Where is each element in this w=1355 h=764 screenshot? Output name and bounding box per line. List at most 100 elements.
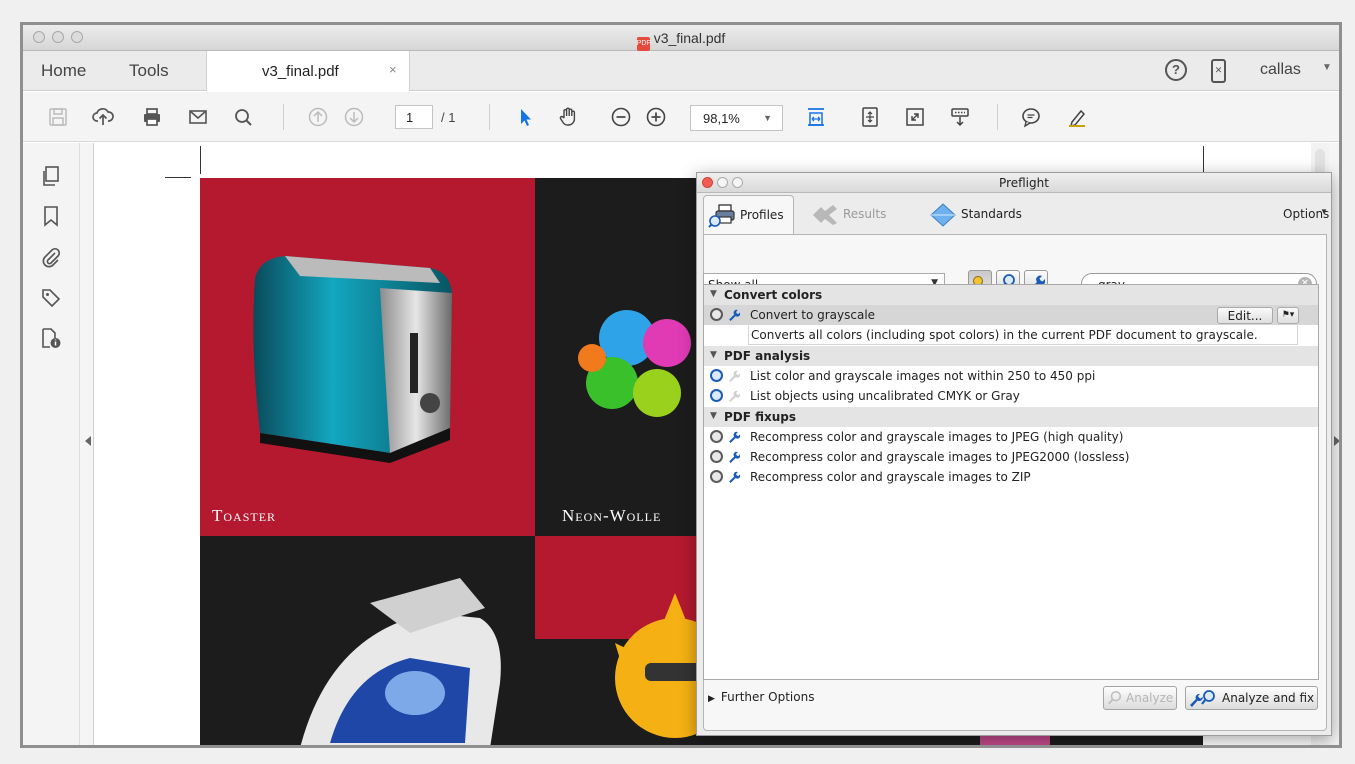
profile-row[interactable]: List objects using uncalibrated CMYK or … xyxy=(704,386,1318,406)
fit-width-icon[interactable] xyxy=(805,106,827,128)
edit-profile-button[interactable]: Edit... xyxy=(1217,307,1273,324)
bookmark-icon[interactable] xyxy=(40,205,62,227)
profile-row[interactable]: List color and grayscale images not with… xyxy=(704,366,1318,386)
profile-label: Recompress color and grayscale images to… xyxy=(750,450,1130,464)
results-icon xyxy=(813,205,837,225)
tab-bar: Home Tools v3_final.pdf × ? ✕ callas ▼ xyxy=(23,51,1339,91)
group-pdf-analysis[interactable]: ▼ PDF analysis xyxy=(704,346,1318,366)
analyze-label: Analyze xyxy=(1126,691,1174,705)
analyze-and-fix-label: Analyze and fix xyxy=(1222,691,1315,705)
analyze-and-fix-button[interactable]: Analyze and fix xyxy=(1185,686,1319,710)
disclosure-triangle-icon[interactable]: ▼ xyxy=(710,411,717,421)
tab-profiles-label: Profiles xyxy=(740,208,784,222)
profiles-list-content: ▼ Convert colors Convert to grayscale Ed… xyxy=(704,285,1318,679)
profile-row-convert-to-grayscale[interactable]: Convert to grayscale Edit... ⚑▾ xyxy=(704,305,1318,325)
tags-icon[interactable] xyxy=(40,287,62,309)
further-options-label: Further Options xyxy=(720,690,815,704)
options-caret-icon[interactable]: ▼ xyxy=(1320,207,1328,216)
tab-profiles[interactable]: Profiles xyxy=(703,195,794,235)
previous-page-icon[interactable] xyxy=(307,106,329,128)
email-icon[interactable] xyxy=(187,106,209,128)
fixup-wrench-icon xyxy=(729,370,740,382)
further-options-toggle[interactable]: ▶ Further Options xyxy=(708,690,814,704)
profile-row[interactable]: Recompress color and grayscale images to… xyxy=(704,467,1318,487)
wool-image xyxy=(578,310,691,417)
printer-magnifier-icon xyxy=(708,204,735,228)
window-title-text: v3_final.pdf xyxy=(653,30,726,46)
close-tab-icon[interactable]: × xyxy=(389,62,397,77)
select-cursor-icon[interactable] xyxy=(514,106,536,128)
user-name[interactable]: callas xyxy=(1260,61,1301,79)
mobile-link-icon[interactable]: ✕ xyxy=(1211,59,1226,83)
document-properties-icon[interactable] xyxy=(40,327,62,349)
profile-label: Recompress color and grayscale images to… xyxy=(750,470,1031,484)
preflight-title: Preflight xyxy=(999,176,1049,190)
check-magnifier-icon xyxy=(710,450,723,463)
profile-label: List color and grayscale images not with… xyxy=(750,369,1096,383)
zoom-level-select[interactable]: 98,1% ▼ xyxy=(690,105,783,131)
window-title: PDF v3_final.pdf xyxy=(23,30,1339,51)
wool-caption: Neon-Wolle xyxy=(562,506,662,525)
profile-label: List objects using uncalibrated CMYK or … xyxy=(750,389,1020,403)
attachment-icon[interactable] xyxy=(40,246,62,268)
zoom-out-icon[interactable] xyxy=(610,106,632,128)
wrench-magnifier-icon xyxy=(1190,690,1215,707)
disclosure-triangle-icon[interactable]: ▼ xyxy=(710,350,717,360)
profile-label: Convert to grayscale xyxy=(750,308,876,322)
navigation-sidebar xyxy=(23,143,80,745)
collapse-left-panel-icon[interactable] xyxy=(85,436,91,446)
user-menu-caret-icon[interactable]: ▼ xyxy=(1322,62,1332,73)
save-icon[interactable] xyxy=(47,106,69,128)
hand-tool-icon[interactable] xyxy=(557,106,579,128)
nav-tools[interactable]: Tools xyxy=(129,61,169,81)
search-icon[interactable] xyxy=(232,106,254,128)
fit-page-icon[interactable] xyxy=(859,106,881,128)
group-convert-colors[interactable]: ▼ Convert colors xyxy=(704,285,1318,305)
profile-description: Converts all colors (including spot colo… xyxy=(748,325,1298,345)
nav-home[interactable]: Home xyxy=(41,61,86,81)
toolbar-separator xyxy=(283,104,284,130)
pdf-file-icon: PDF xyxy=(636,37,651,51)
tab-results[interactable]: Results xyxy=(805,195,895,235)
acrobat-window: PDF v3_final.pdf Home Tools v3_final.pdf … xyxy=(20,22,1342,748)
profile-type-icons xyxy=(710,389,740,402)
window-titlebar: PDF v3_final.pdf xyxy=(23,25,1339,51)
expand-right-panel-icon[interactable] xyxy=(1334,436,1339,446)
disclosure-triangle-icon[interactable]: ▼ xyxy=(710,289,717,299)
fixup-wrench-icon xyxy=(729,451,740,463)
check-magnifier-icon xyxy=(710,308,723,321)
analyze-button[interactable]: Analyze xyxy=(1103,686,1178,710)
profile-row[interactable]: Recompress color and grayscale images to… xyxy=(704,447,1318,467)
document-tab[interactable]: v3_final.pdf × xyxy=(206,51,410,91)
crop-mark xyxy=(1203,146,1204,174)
full-screen-icon[interactable] xyxy=(904,106,926,128)
highlight-pen-icon[interactable] xyxy=(1066,106,1088,128)
check-magnifier-icon xyxy=(710,430,723,443)
profile-label: Recompress color and grayscale images to… xyxy=(750,430,1124,444)
read-mode-icon[interactable] xyxy=(949,106,971,128)
page-thumbnails-icon[interactable] xyxy=(40,165,62,187)
fixup-wrench-icon xyxy=(729,431,740,443)
disclosure-right-icon: ▶ xyxy=(708,694,715,704)
page-number-input[interactable]: 1 xyxy=(395,105,433,129)
profile-type-icons xyxy=(710,470,740,483)
zoom-in-icon[interactable] xyxy=(645,106,667,128)
fixup-wrench-icon xyxy=(729,390,740,402)
profile-row[interactable]: Recompress color and grayscale images to… xyxy=(704,427,1318,447)
next-page-icon[interactable] xyxy=(343,106,365,128)
help-icon[interactable]: ? xyxy=(1165,59,1187,81)
check-magnifier-icon xyxy=(710,369,723,382)
document-tab-label: v3_final.pdf xyxy=(262,63,339,80)
crop-mark xyxy=(165,177,191,178)
toolbar-separator xyxy=(489,104,490,130)
comment-icon[interactable] xyxy=(1020,106,1042,128)
profile-type-icons xyxy=(710,369,740,382)
print-icon[interactable] xyxy=(141,106,163,128)
tab-standards-label: Standards xyxy=(961,207,1022,221)
group-title: PDF analysis xyxy=(724,349,811,363)
tab-standards[interactable]: Standards xyxy=(911,195,1022,235)
group-title: Convert colors xyxy=(724,288,823,302)
flag-menu-icon[interactable]: ⚑▾ xyxy=(1277,307,1299,324)
cloud-upload-icon[interactable] xyxy=(92,106,114,128)
group-pdf-fixups[interactable]: ▼ PDF fixups xyxy=(704,407,1318,427)
